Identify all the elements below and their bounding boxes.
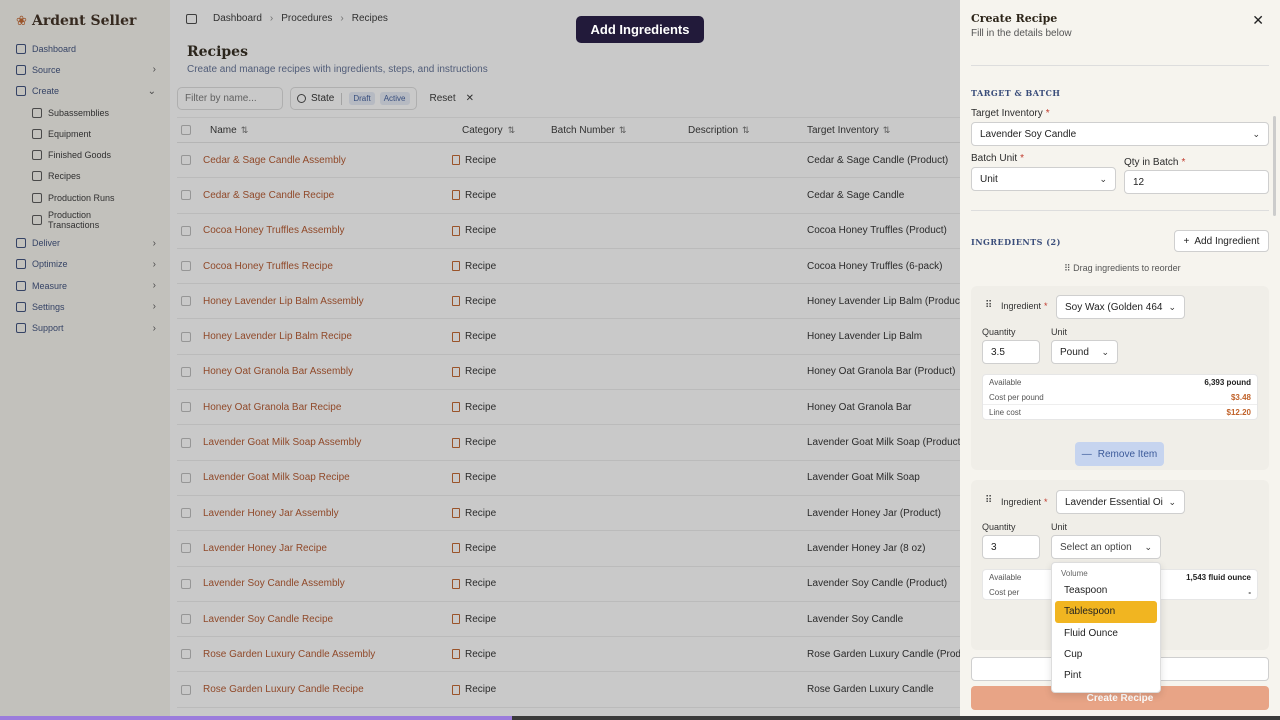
section-ingredients: INGREDIENTS (2) [971, 237, 1061, 247]
stat-available: Available 6,393 pound [983, 375, 1257, 390]
stat-line-cost: Line cost $12.20 [983, 404, 1257, 419]
chevron-down-icon: ⌄ [1101, 346, 1109, 357]
label-text: Batch Unit [971, 153, 1018, 164]
menu-item-tablespoon[interactable]: Tablespoon [1055, 601, 1157, 623]
target-inventory-select[interactable]: Lavender Soy Candle ⌄ [971, 122, 1269, 146]
menu-group-label: Volume [1061, 569, 1088, 578]
chevron-down-icon: ⌄ [1144, 541, 1152, 552]
required-marker: * [1020, 153, 1025, 164]
quantity-input[interactable]: 3.5 [982, 340, 1040, 364]
menu-item-cup[interactable]: Cup [1055, 644, 1157, 665]
ingredient-card: ⠿ Ingredient * Soy Wax (Golden 464 ⌄ Quant… [971, 286, 1269, 470]
chevron-down-icon: ⌄ [1099, 173, 1107, 184]
stat-value: 1,543 fluid ounce [1186, 572, 1251, 582]
modal-backdrop[interactable] [0, 0, 960, 720]
select-placeholder: Select an option [1060, 541, 1132, 553]
stat-value: $3.48 [1230, 392, 1251, 402]
ingredient-select[interactable]: Soy Wax (Golden 464 ⌄ [1056, 295, 1185, 319]
input-value: 3.5 [991, 346, 1005, 358]
divider [971, 210, 1269, 211]
drag-hint: ⠿ Drag ingredients to reorder [1064, 263, 1181, 274]
required-marker: * [1044, 301, 1048, 311]
unit-select[interactable]: Select an option ⌄ [1051, 535, 1161, 559]
input-value: 3 [991, 541, 997, 553]
menu-item-fluid-ounce[interactable]: Fluid Ounce [1055, 623, 1157, 644]
label-text: Target Inventory [971, 108, 1043, 119]
unit-options-menu: Volume Teaspoon Tablespoon Fluid Ounce C… [1051, 562, 1161, 693]
stat-value: $12.20 [1226, 407, 1251, 417]
button-label: Add Ingredient [1194, 235, 1260, 247]
quantity-input[interactable]: 3 [982, 535, 1040, 559]
select-value: Lavender Essential Oi [1065, 496, 1163, 508]
plus-icon: + [1183, 235, 1190, 247]
drag-handle-icon[interactable]: ⠿ [985, 300, 992, 311]
ingredient-label: Ingredient * [1001, 301, 1048, 311]
menu-item-teaspoon[interactable]: Teaspoon [1055, 580, 1157, 601]
select-value: Unit [980, 173, 998, 185]
stat-value: - [1248, 587, 1251, 597]
chevron-down-icon: ⌄ [1252, 128, 1260, 139]
ingredient-stats: Available 6,393 pound Cost per pound $3.48… [982, 374, 1258, 421]
drawer-subtitle: Fill in the details below [971, 28, 1072, 39]
drawer-title: Create Recipe [971, 12, 1058, 25]
grip-icon: ⠿ [1064, 263, 1074, 273]
label-text: Ingredient [1001, 301, 1042, 311]
label-text: Ingredient [1001, 497, 1042, 507]
unit-label: Unit [1051, 522, 1068, 532]
stat-label: Available [989, 572, 1022, 582]
hint-text: Drag ingredients to reorder [1073, 263, 1181, 273]
select-value: Soy Wax (Golden 464 [1065, 301, 1163, 313]
chevron-down-icon: ⌄ [1168, 301, 1176, 312]
quantity-label: Quantity [982, 327, 1016, 337]
stat-label: Cost per [989, 587, 1020, 597]
target-inventory-label: Target Inventory * [971, 108, 1050, 119]
add-ingredient-button[interactable]: + Add Ingredient [1174, 230, 1269, 252]
select-value: Pound [1060, 346, 1089, 358]
minus-icon: — [1081, 448, 1092, 460]
close-icon[interactable]: ✕ [1252, 12, 1264, 29]
stat-label: Available [989, 377, 1022, 387]
stat-label: Cost per pound [989, 392, 1044, 402]
loading-progress-bar [0, 716, 1280, 720]
menu-item-pint[interactable]: Pint [1055, 665, 1157, 686]
qty-in-batch-label: Qty in Batch * [1124, 157, 1185, 168]
unit-label: Unit [1051, 327, 1068, 337]
chevron-down-icon: ⌄ [1168, 496, 1176, 507]
quantity-label: Quantity [982, 522, 1016, 532]
ingredient-select[interactable]: Lavender Essential Oi ⌄ [1056, 490, 1185, 514]
ingredient-label: Ingredient * [1001, 497, 1048, 507]
batch-unit-label: Batch Unit * [971, 153, 1024, 164]
qty-in-batch-input[interactable]: 12 [1124, 170, 1269, 194]
button-label: Remove Item [1097, 448, 1158, 460]
section-target-batch: TARGET & BATCH [971, 88, 1061, 98]
select-value: Lavender Soy Candle [980, 128, 1077, 140]
unit-select[interactable]: Pound ⌄ [1051, 340, 1118, 364]
stat-value: 6,393 pound [1204, 377, 1251, 387]
label-text: Qty in Batch [1124, 157, 1179, 168]
drawer-scrollbar[interactable] [1273, 116, 1276, 216]
progress-fill [0, 716, 512, 720]
required-marker: * [1044, 497, 1048, 507]
input-value: 12 [1133, 176, 1145, 188]
required-marker: * [1045, 108, 1050, 119]
stat-label: Line cost [989, 407, 1022, 417]
batch-unit-select[interactable]: Unit ⌄ [971, 167, 1116, 191]
required-marker: * [1181, 157, 1186, 168]
divider [971, 65, 1269, 66]
stat-cost-per-unit: Cost per pound $3.48 [983, 390, 1257, 405]
tooltip: Add Ingredients [576, 16, 704, 43]
drag-handle-icon[interactable]: ⠿ [985, 495, 992, 506]
remove-item-button[interactable]: — Remove Item [1075, 442, 1164, 466]
